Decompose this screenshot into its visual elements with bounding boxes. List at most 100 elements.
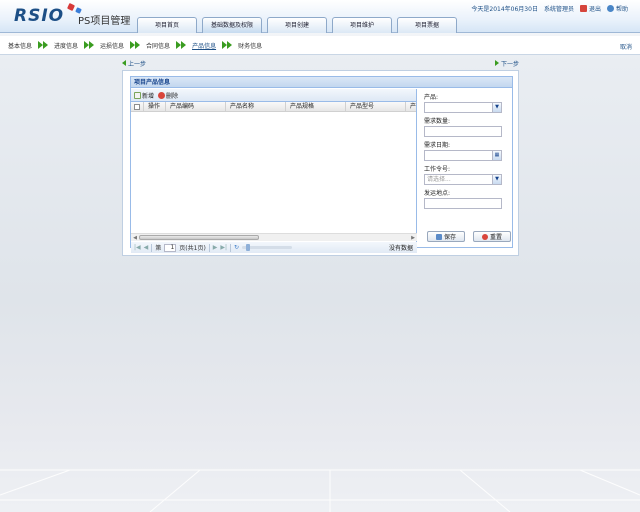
step-arrow-icon — [222, 41, 233, 49]
product-panel-frame: 项目产品信息 新增 删除 操作 产品编码 产品名称 产品规格 产品型号 产 ◀ … — [122, 70, 519, 256]
add-icon — [134, 91, 141, 99]
column-header-action[interactable]: 操作 — [144, 102, 166, 111]
save-label: 保存 — [443, 234, 456, 241]
work-order-combo[interactable]: 请选择... ▼ — [424, 174, 502, 185]
pager-separator — [230, 243, 232, 252]
scroll-right-icon[interactable]: ▶ — [409, 234, 417, 242]
product-form: 产品: ▼ 需求数量: 需求日期: ▦ 工作令号: 请选择... ▼ 发运地点:… — [419, 89, 514, 247]
delete-icon — [158, 91, 166, 99]
product-label: 产品: — [424, 94, 439, 101]
prev-page-icon[interactable]: ◀ — [144, 244, 149, 251]
page-suffix: 页(共1页) — [179, 245, 206, 252]
save-button[interactable]: 保存 — [427, 231, 465, 242]
delete-label: 删除 — [166, 92, 179, 100]
grid-header: 操作 产品编码 产品名称 产品规格 产品型号 产 — [131, 102, 416, 112]
delete-button[interactable]: 删除 — [158, 91, 178, 100]
step-contract-info[interactable]: 合同信息 — [146, 41, 170, 50]
column-header-product-spec[interactable]: 产品规格 — [286, 102, 346, 111]
date-text: 今天是2014年06月30日 — [471, 6, 538, 13]
pager-separator — [208, 243, 210, 252]
next-page-icon[interactable]: ▶ — [213, 244, 218, 251]
page-size-slider[interactable] — [242, 244, 293, 251]
help-link[interactable]: 帮助 — [606, 4, 628, 13]
step-arrow-icon — [84, 41, 95, 49]
next-step-link[interactable]: 下一步 — [494, 59, 519, 68]
arrow-left-icon — [122, 60, 126, 66]
column-header-product-name[interactable]: 产品名称 — [226, 102, 286, 111]
step-product-info[interactable]: 产品信息 — [192, 41, 216, 50]
step-transport-info[interactable]: 运损信息 — [100, 41, 124, 50]
page-number-input[interactable]: 1 — [164, 243, 177, 252]
tab-project-create[interactable]: 项目创建 — [267, 17, 327, 33]
logout-icon — [579, 5, 587, 12]
app-title: PS项目管理 — [78, 16, 131, 27]
date-label: 需求日期: — [424, 142, 451, 149]
wizard-nav: 上一步 下一步 — [122, 59, 519, 69]
background-floor-grid — [0, 469, 640, 512]
pager-separator — [151, 243, 153, 252]
scroll-thumb[interactable] — [139, 235, 259, 240]
add-label: 新增 — [142, 92, 155, 100]
top-right-bar: 今天是2014年06月30日 系统管理员 退出 帮助 — [471, 4, 628, 13]
step-finance-info[interactable]: 财务信息 — [238, 41, 262, 50]
user-name[interactable]: 系统管理员 — [544, 4, 574, 13]
tab-project-maintain[interactable]: 项目维护 — [332, 17, 392, 33]
scroll-left-icon[interactable]: ◀ — [131, 234, 139, 242]
tab-project-bills[interactable]: 项目票据 — [397, 17, 457, 33]
reset-icon — [481, 233, 488, 240]
quantity-field[interactable] — [424, 126, 502, 137]
page-prefix: 第 — [155, 245, 162, 252]
last-page-icon[interactable]: ▶| — [220, 244, 227, 251]
add-button[interactable]: 新增 — [134, 91, 154, 100]
next-step-label: 下一步 — [500, 61, 519, 68]
grid-toolbar: 新增 删除 — [131, 89, 416, 102]
reset-button[interactable]: 重置 — [473, 231, 511, 242]
select-all-checkbox[interactable] — [131, 102, 144, 111]
tab-basic-data[interactable]: 基础数据及权限 — [202, 17, 262, 33]
product-grid: 新增 删除 操作 产品编码 产品名称 产品规格 产品型号 产 ◀ ▶ |◀ ◀ … — [131, 89, 417, 253]
form-buttons: 保存 重置 — [427, 231, 511, 242]
step-arrow-icon — [38, 41, 49, 49]
ship-location-label: 发运地点: — [424, 190, 451, 197]
logo: RSIO — [14, 6, 65, 26]
work-order-label: 工作令号: — [424, 166, 451, 173]
reset-label: 重置 — [489, 234, 502, 241]
panel-title: 项目产品信息 — [131, 77, 512, 88]
logout-label: 退出 — [588, 6, 601, 13]
tab-home[interactable]: 项目首页 — [137, 17, 197, 33]
grid-pager: |◀ ◀ 第 1 页(共1页) ▶ ▶| ↻ 没有数据 — [131, 242, 417, 253]
step-progress-info[interactable]: 进度信息 — [54, 41, 78, 50]
column-header-more[interactable]: 产 — [406, 102, 416, 111]
chevron-down-icon[interactable]: ▼ — [492, 175, 501, 184]
chevron-down-icon[interactable]: ▼ — [492, 103, 501, 112]
grid-body — [131, 112, 416, 222]
help-icon — [606, 5, 614, 12]
product-panel: 项目产品信息 新增 删除 操作 产品编码 产品名称 产品规格 产品型号 产 ◀ … — [130, 76, 514, 253]
logo-red-mark — [67, 3, 75, 11]
date-field[interactable]: ▦ — [424, 150, 502, 161]
horizontal-scrollbar[interactable]: ◀ ▶ — [131, 233, 417, 241]
ship-location-field[interactable] — [424, 198, 502, 209]
product-combo[interactable]: ▼ — [424, 102, 502, 113]
step-arrow-icon — [130, 41, 141, 49]
cancel-link[interactable]: 取消 — [620, 42, 632, 51]
logout-link[interactable]: 退出 — [579, 4, 601, 13]
work-order-placeholder: 请选择... — [427, 176, 451, 183]
refresh-icon[interactable]: ↻ — [234, 244, 239, 251]
app-header: RSIO PS项目管理 今天是2014年06月30日 系统管理员 退出 帮助 项… — [0, 0, 640, 33]
quantity-label: 需求数量: — [424, 118, 451, 125]
empty-message: 没有数据 — [388, 245, 413, 252]
step-bar: 基本信息 进度信息 运损信息 合同信息 产品信息 财务信息 取消 — [0, 36, 640, 55]
column-header-product-code[interactable]: 产品编码 — [166, 102, 226, 111]
arrow-right-icon — [494, 60, 499, 66]
main-tabs: 项目首页 基础数据及权限 项目创建 项目维护 项目票据 — [137, 17, 457, 33]
calendar-icon[interactable]: ▦ — [492, 151, 501, 160]
prev-step-link[interactable]: 上一步 — [122, 59, 146, 68]
step-basic-info[interactable]: 基本信息 — [8, 41, 32, 50]
prev-step-label: 上一步 — [128, 61, 147, 68]
step-arrow-icon — [176, 41, 187, 49]
first-page-icon[interactable]: |◀ — [134, 244, 141, 251]
column-header-product-model[interactable]: 产品型号 — [346, 102, 406, 111]
help-label: 帮助 — [615, 6, 628, 13]
save-icon — [435, 233, 442, 240]
